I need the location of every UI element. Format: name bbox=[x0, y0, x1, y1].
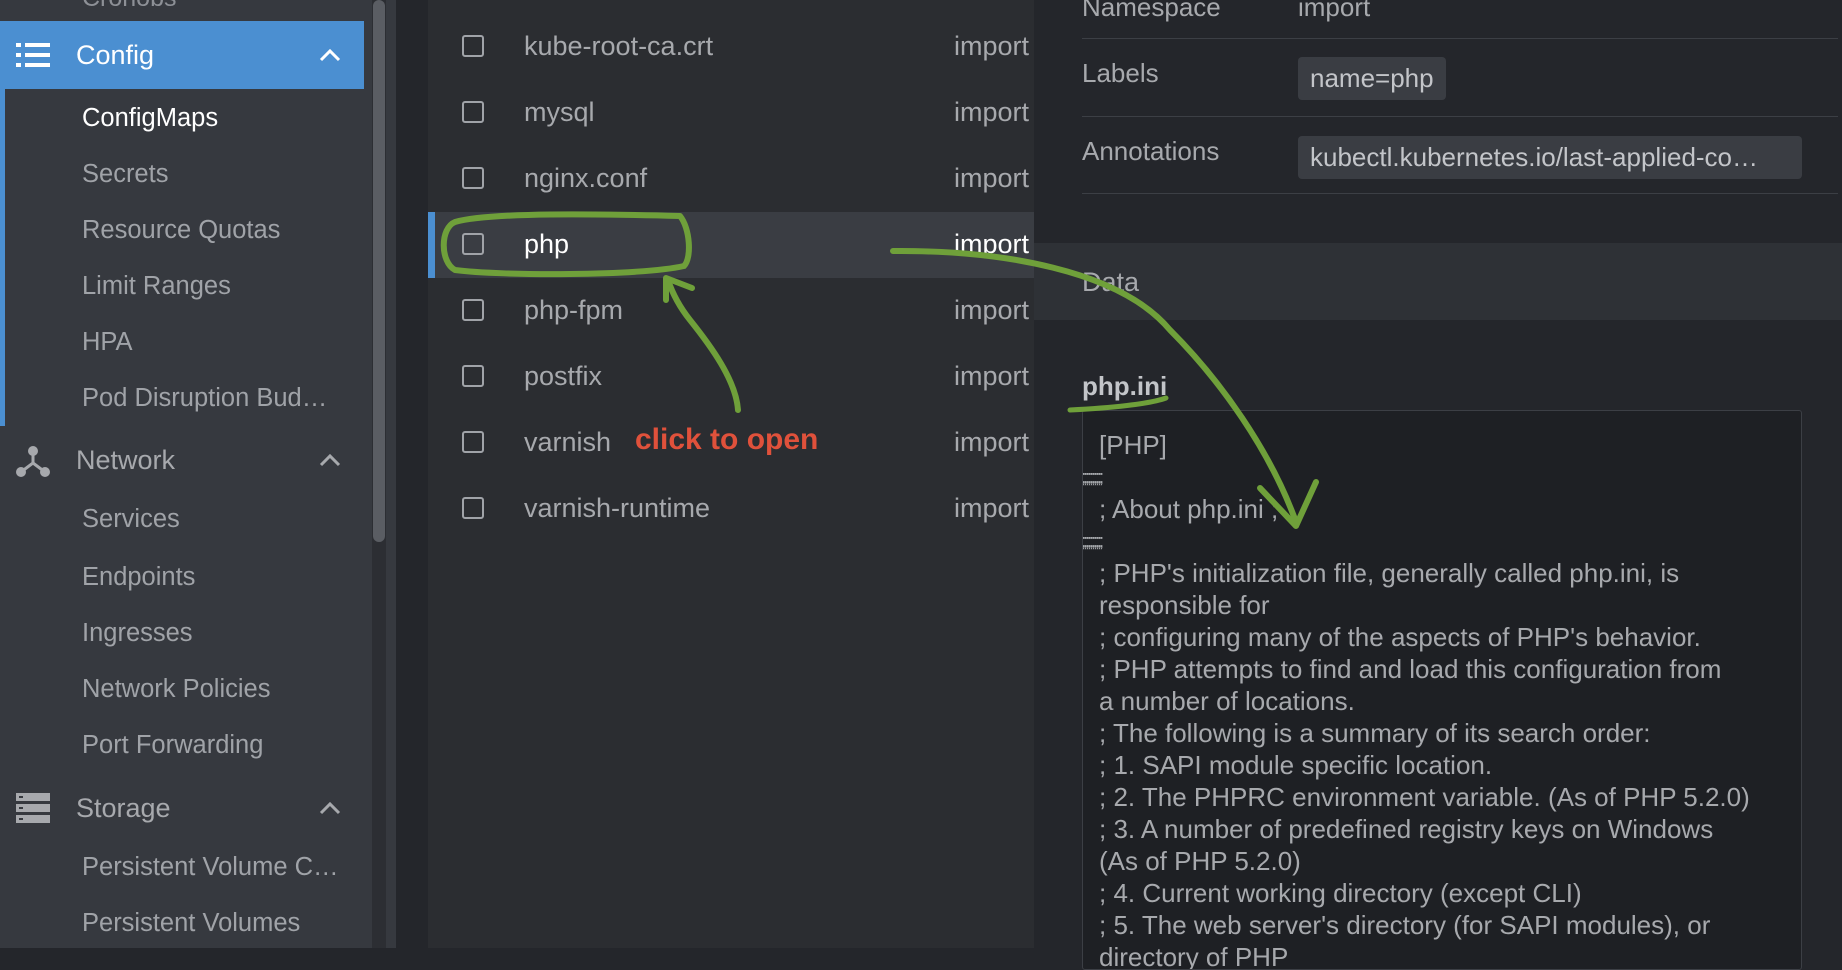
sidebar-item-persistent-volume-claims[interactable]: Persistent Volume C… bbox=[82, 853, 339, 882]
selected-indicator bbox=[428, 212, 435, 278]
row-name: mysql bbox=[524, 97, 595, 127]
table-row[interactable]: varnish-runtime import bbox=[428, 476, 1034, 542]
table-row[interactable]: kube-root-ca.crt import bbox=[428, 14, 1034, 80]
value-line: [PHP] bbox=[1099, 430, 1167, 460]
value-line: ; 2. The PHPRC environment variable. (As… bbox=[1099, 782, 1750, 812]
sidebar-item-cronjobs[interactable]: Cronobs bbox=[82, 0, 177, 13]
table-row[interactable]: mysql import bbox=[428, 80, 1034, 146]
value-line: ;;;;;;;;;;;;;;;;;;; bbox=[1099, 525, 1785, 557]
label-chip: name=php bbox=[1298, 57, 1446, 100]
sidebar-item-pod-disruption-budgets[interactable]: Pod Disruption Bud… bbox=[82, 384, 327, 413]
sidebar-item-resource-quotas[interactable]: Resource Quotas bbox=[82, 216, 280, 245]
row-checkbox[interactable] bbox=[462, 497, 484, 519]
table-row-selected[interactable]: php import bbox=[428, 212, 1034, 278]
row-checkbox[interactable] bbox=[462, 35, 484, 57]
sidebar-item-secrets[interactable]: Secrets bbox=[82, 160, 168, 189]
row-namespace: import bbox=[954, 361, 1030, 391]
row-namespace: import bbox=[954, 31, 1030, 61]
row-checkbox[interactable] bbox=[462, 233, 484, 255]
value-line: (As of PHP 5.2.0) bbox=[1099, 846, 1301, 876]
row-namespace: import bbox=[954, 493, 1030, 523]
sidebar-item-port-forwarding[interactable]: Port Forwarding bbox=[82, 731, 263, 760]
annotation-chip[interactable]: kubectl.kubernetes.io/last-applied-co… bbox=[1298, 136, 1802, 179]
sidebar-group-label: Network bbox=[76, 444, 176, 475]
annotations-label: Annotations bbox=[1082, 136, 1220, 166]
sidebar: Cronobs Config ConfigMaps Secrets Resour… bbox=[0, 0, 396, 948]
row-checkbox[interactable] bbox=[462, 365, 484, 387]
value-line: ; About php.ini ; bbox=[1099, 494, 1279, 524]
value-line: ; 4. Current working directory (except C… bbox=[1099, 878, 1582, 908]
value-line: directory of PHP bbox=[1099, 942, 1289, 970]
data-key-name: php.ini bbox=[1082, 371, 1168, 401]
row-checkbox[interactable] bbox=[462, 431, 484, 453]
row-name: varnish-runtime bbox=[524, 493, 711, 523]
configmap-list: kube-root-ca.crt import mysql import ngi… bbox=[428, 0, 1034, 948]
row-name: varnish bbox=[524, 427, 612, 457]
chevron-up-icon[interactable] bbox=[318, 43, 342, 67]
sidebar-item-ingresses[interactable]: Ingresses bbox=[82, 619, 193, 648]
row-namespace: import bbox=[954, 229, 1030, 259]
sidebar-item-configmaps[interactable]: ConfigMaps bbox=[82, 104, 218, 133]
row-checkbox[interactable] bbox=[462, 167, 484, 189]
value-line: a number of locations. bbox=[1099, 686, 1355, 716]
value-line: ; 1. SAPI module specific location. bbox=[1099, 750, 1493, 780]
divider bbox=[1082, 38, 1838, 39]
sidebar-group-storage[interactable]: Storage bbox=[0, 774, 364, 842]
row-name: php-fpm bbox=[524, 295, 624, 325]
sidebar-item-persistent-volumes[interactable]: Persistent Volumes bbox=[82, 909, 300, 938]
sidebar-item-limit-ranges[interactable]: Limit Ranges bbox=[82, 272, 231, 301]
sidebar-scrollbar-thumb[interactable] bbox=[373, 0, 385, 542]
divider bbox=[1082, 193, 1838, 194]
table-row[interactable]: nginx.conf import bbox=[428, 146, 1034, 212]
sidebar-group-network[interactable]: Network bbox=[0, 426, 364, 494]
row-name: php bbox=[524, 229, 570, 259]
value-line: responsible for bbox=[1099, 590, 1270, 620]
table-row[interactable]: php-fpm import bbox=[428, 278, 1034, 344]
row-namespace: import bbox=[954, 97, 1030, 127]
data-value-textarea[interactable]: [PHP] ;;;;;;;;;;;;;;;;;;; ; About php.in… bbox=[1082, 410, 1802, 970]
namespace-label: Namespace bbox=[1082, 0, 1221, 22]
value-line: ; The following is a summary of its sear… bbox=[1099, 718, 1651, 748]
data-section-title: Data bbox=[1082, 267, 1140, 297]
value-line: ;;;;;;;;;;;;;;;;;;; bbox=[1099, 461, 1785, 493]
annotation-label: click to open bbox=[635, 423, 819, 456]
sidebar-item-network-policies[interactable]: Network Policies bbox=[82, 675, 270, 704]
storage-icon bbox=[15, 790, 51, 826]
row-name: postfix bbox=[524, 361, 603, 391]
divider bbox=[1082, 116, 1838, 117]
sidebar-item-hpa[interactable]: HPA bbox=[82, 328, 133, 357]
sidebar-item-services[interactable]: Services bbox=[82, 505, 180, 534]
chevron-up-icon[interactable] bbox=[318, 448, 342, 472]
row-name: nginx.conf bbox=[524, 163, 648, 193]
row-namespace: import bbox=[954, 295, 1030, 325]
network-icon bbox=[15, 442, 51, 478]
details-panel: Namespace import Labels name=php Annotat… bbox=[1034, 0, 1842, 970]
sidebar-group-label: Storage bbox=[76, 792, 171, 823]
row-checkbox[interactable] bbox=[462, 299, 484, 321]
table-row[interactable]: postfix import bbox=[428, 344, 1034, 410]
row-namespace: import bbox=[954, 163, 1030, 193]
value-line: ; 3. A number of predefined registry key… bbox=[1099, 814, 1714, 844]
sidebar-item-endpoints[interactable]: Endpoints bbox=[82, 563, 195, 592]
labels-label: Labels bbox=[1082, 58, 1159, 88]
chevron-up-icon[interactable] bbox=[318, 796, 342, 820]
row-name: kube-root-ca.crt bbox=[524, 31, 714, 61]
value-line: ; PHP's initialization file, generally c… bbox=[1099, 558, 1680, 588]
value-line: ; configuring many of the aspects of PHP… bbox=[1099, 622, 1701, 652]
value-line: ; 5. The web server's directory (for SAP… bbox=[1099, 910, 1711, 940]
data-section-header: Data bbox=[1034, 243, 1842, 320]
value-line: ; PHP attempts to find and load this con… bbox=[1099, 654, 1722, 684]
list-icon bbox=[15, 37, 51, 73]
sidebar-group-label: Config bbox=[76, 39, 155, 70]
row-namespace: import bbox=[954, 427, 1030, 457]
active-group-indicator bbox=[0, 89, 5, 426]
row-checkbox[interactable] bbox=[462, 101, 484, 123]
namespace-value: import bbox=[1298, 0, 1371, 22]
sidebar-group-config[interactable]: Config bbox=[0, 21, 364, 89]
